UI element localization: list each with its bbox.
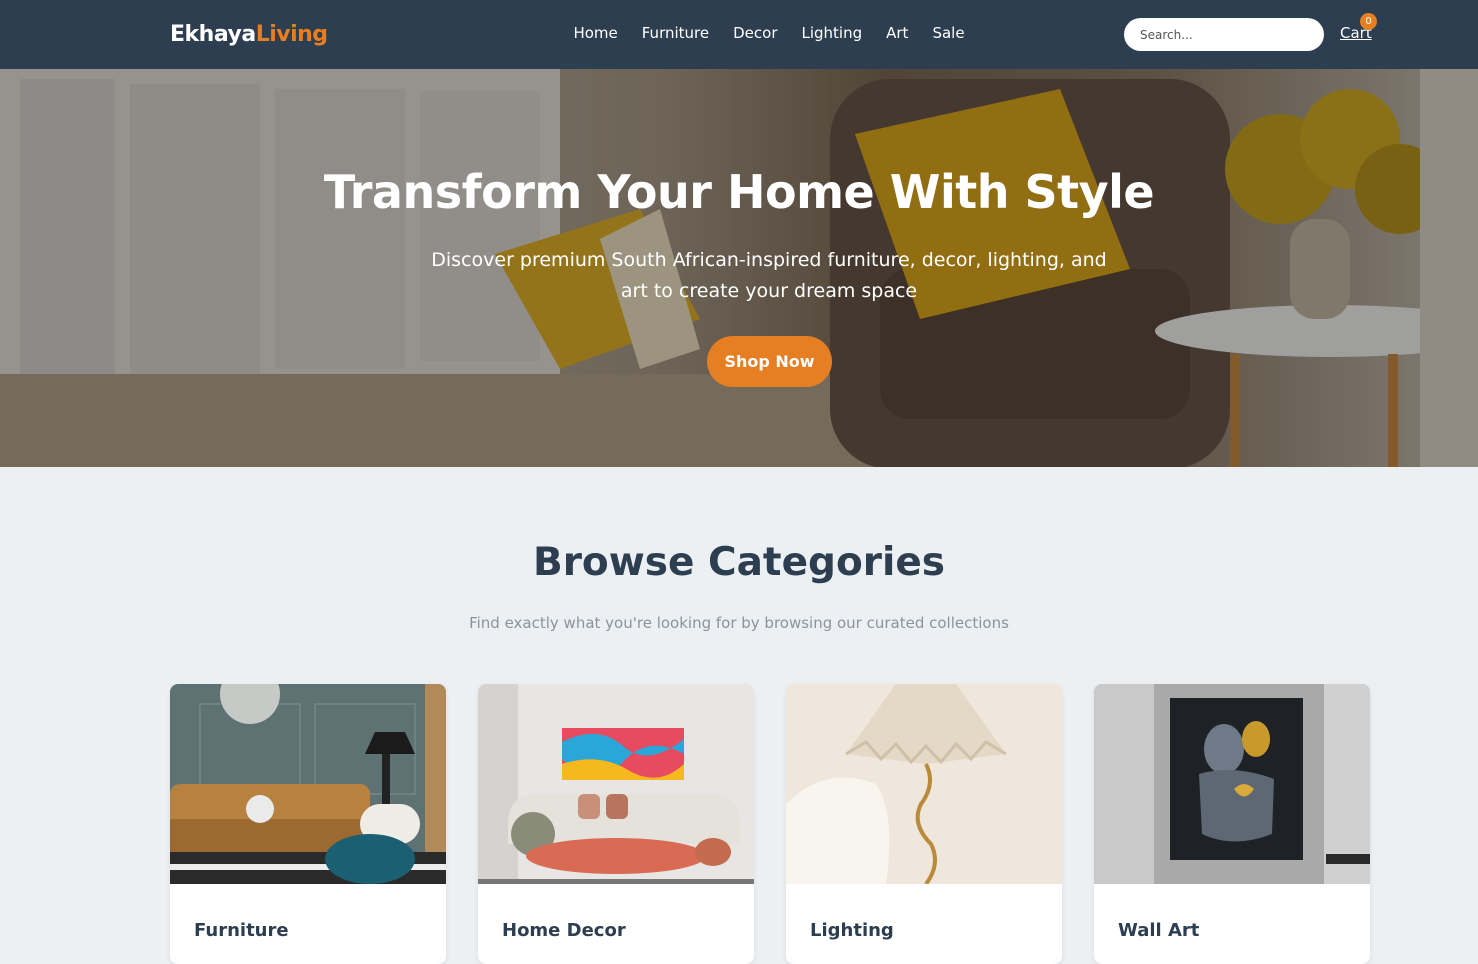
category-name: Furniture bbox=[194, 920, 289, 941]
lamp-image bbox=[786, 684, 1062, 884]
category-name: Lighting bbox=[810, 920, 894, 941]
living-room-image bbox=[478, 684, 754, 884]
cart-count-badge: 0 bbox=[1360, 13, 1377, 30]
category-card-furniture[interactable]: Furniture bbox=[170, 684, 446, 964]
search-input[interactable] bbox=[1124, 18, 1324, 51]
category-card-lighting[interactable]: Lighting bbox=[786, 684, 1062, 964]
nav-item-furniture[interactable]: Furniture bbox=[642, 24, 709, 42]
category-card-wall-art[interactable]: Wall Art bbox=[1094, 684, 1370, 964]
hero-title: Transform Your Home With Style bbox=[323, 165, 1155, 219]
nav-item-sale[interactable]: Sale bbox=[932, 24, 964, 42]
nav-item-decor[interactable]: Decor bbox=[733, 24, 777, 42]
hero-subtitle: Discover premium South African-inspired … bbox=[431, 249, 1107, 302]
site-header: EkhayaLiving Home Furniture Decor Lighti… bbox=[0, 0, 1478, 69]
category-name: Home Decor bbox=[502, 920, 626, 941]
nav-item-lighting[interactable]: Lighting bbox=[801, 24, 862, 42]
nav-item-home[interactable]: Home bbox=[573, 24, 617, 42]
shop-now-button[interactable]: Shop Now bbox=[707, 336, 832, 387]
categories-subtitle: Find exactly what you're looking for by … bbox=[469, 614, 1009, 632]
category-name: Wall Art bbox=[1118, 920, 1200, 941]
nav-item-art[interactable]: Art bbox=[886, 24, 908, 42]
category-card-home-decor[interactable]: Home Decor bbox=[478, 684, 754, 964]
categories-title: Browse Categories bbox=[532, 540, 946, 585]
hero-banner: Transform Your Home With Style Discover … bbox=[0, 69, 1478, 467]
sofa-image bbox=[170, 684, 446, 884]
sculpture-art-image bbox=[1094, 684, 1370, 884]
